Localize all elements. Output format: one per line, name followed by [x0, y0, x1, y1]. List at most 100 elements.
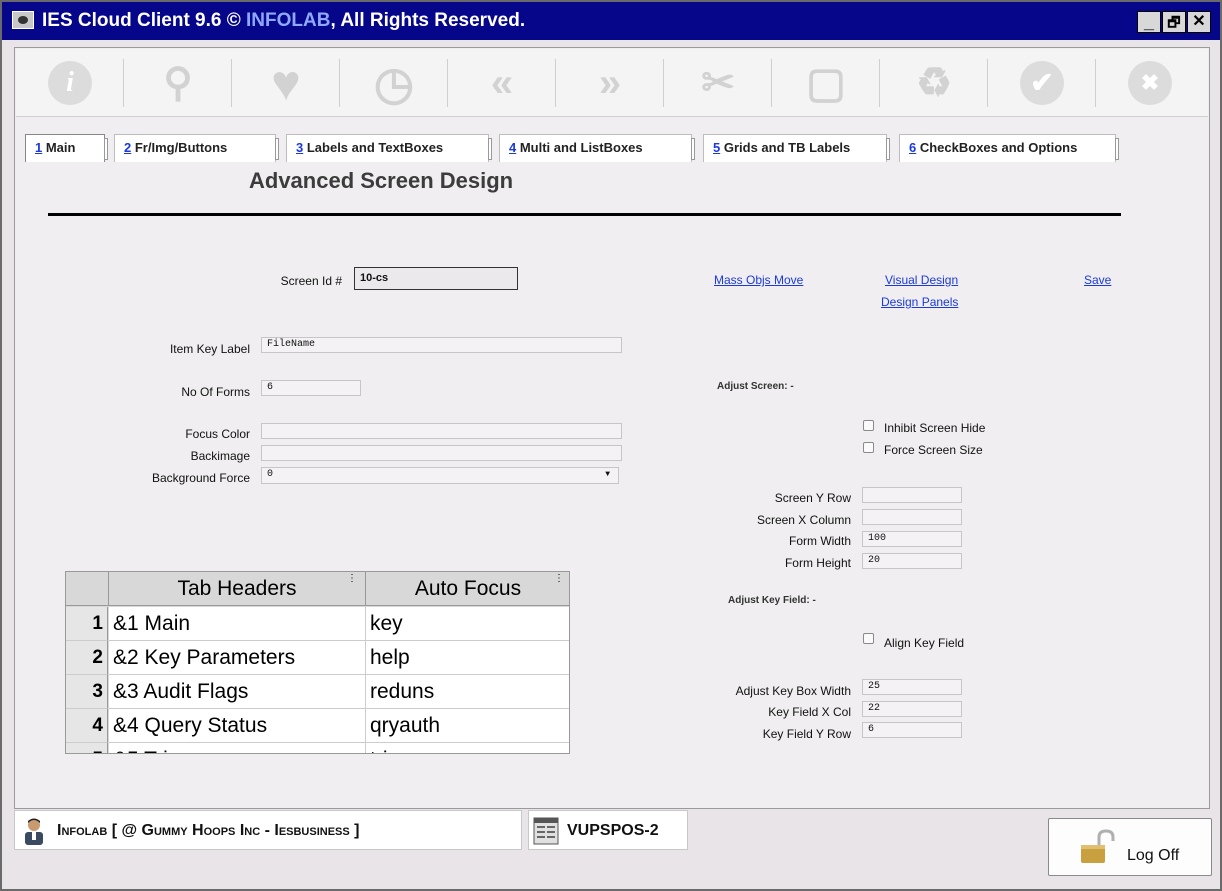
- grid-cell-tab-header[interactable]: &1 Main: [109, 607, 366, 641]
- tab-grids-tb-labels[interactable]: 5 Grids and TB Labels: [703, 134, 890, 162]
- grid-cell-auto-focus[interactable]: tri: [366, 743, 569, 753]
- adjust-key-field-heading: Adjust Key Field: -: [728, 595, 816, 606]
- toolbar-tools[interactable]: ✂: [664, 49, 772, 117]
- app-eye-icon: [12, 11, 34, 29]
- cancel-icon: ✖: [1128, 61, 1172, 105]
- tab-edge: [886, 138, 890, 160]
- grid-header-auto-focus[interactable]: Auto Focus ⋮: [366, 572, 569, 606]
- align-key-field-checkbox[interactable]: [863, 633, 874, 644]
- tab-headers-grid[interactable]: Tab Headers ⋮ Auto Focus ⋮ 1 &1 Main key 2…: [65, 571, 570, 754]
- unlocked-padlock-icon: [1077, 829, 1117, 865]
- check-icon: ✔: [1020, 61, 1064, 105]
- key-field-y-row-label: Key Field Y Row: [762, 727, 851, 741]
- toolbar-copy[interactable]: ▢: [772, 49, 880, 117]
- tab-checkboxes-options[interactable]: 6 CheckBoxes and Options: [899, 134, 1119, 162]
- heading-divider: [48, 213, 1121, 216]
- toolbar-clock[interactable]: ◷: [340, 49, 448, 117]
- terminal-icon: [533, 817, 559, 845]
- key-field-y-row-field[interactable]: 6: [862, 722, 962, 738]
- screen-id-field[interactable]: 10-cs: [354, 267, 518, 290]
- force-screen-size-checkbox[interactable]: [863, 442, 874, 453]
- grid-cell-auto-focus[interactable]: reduns: [366, 675, 569, 709]
- focus-color-label: Focus Color: [185, 427, 250, 441]
- background-force-select[interactable]: 0 ▼: [261, 467, 619, 484]
- grid-cell-auto-focus[interactable]: qryauth: [366, 709, 569, 743]
- tab-fr-img-buttons[interactable]: 2 Fr/Img/Buttons: [114, 134, 279, 162]
- toolbar-cancel[interactable]: ✖: [1096, 49, 1204, 117]
- grid-cell-tab-header[interactable]: &4 Query Status: [109, 709, 366, 743]
- tab-edge: [1115, 138, 1119, 160]
- tab-label: CheckBoxes and Options: [916, 140, 1078, 155]
- close-button[interactable]: ✕: [1187, 11, 1211, 33]
- toolbar-check[interactable]: ✔: [988, 49, 1096, 117]
- title-main: IES Cloud Client 9.6: [42, 10, 227, 31]
- log-off-button[interactable]: Log Off: [1048, 818, 1212, 876]
- user-status-text: Infolab [ @ Gummy Hoops Inc - Iesbusines…: [57, 822, 360, 839]
- copy-icon: ▢: [806, 59, 846, 106]
- recycle-icon: ♻: [916, 61, 952, 105]
- grid-header-label: Auto Focus: [414, 577, 522, 600]
- screen-y-row-label: Screen Y Row: [774, 491, 851, 505]
- toolbar-heart[interactable]: ♥: [232, 49, 340, 117]
- toolbar-info[interactable]: i: [16, 49, 124, 117]
- heart-icon: ♥: [271, 55, 301, 111]
- toolbar-rewind[interactable]: «: [448, 49, 556, 117]
- backimage-field[interactable]: [261, 445, 622, 461]
- toolbar-search[interactable]: ⚲: [124, 49, 232, 117]
- item-key-field[interactable]: FileName: [261, 337, 622, 353]
- tab-edge: [691, 138, 695, 160]
- app-window: IES Cloud Client 9.6 © INFOLAB, All Righ…: [0, 0, 1222, 891]
- tab-label: Labels and TextBoxes: [303, 140, 444, 155]
- focus-color-field[interactable]: [261, 423, 622, 439]
- tab-multi-listboxes[interactable]: 4 Multi and ListBoxes: [499, 134, 695, 162]
- form-width-field[interactable]: 100: [862, 531, 962, 547]
- visual-design-link[interactable]: Visual Design: [885, 273, 958, 287]
- design-panels-link[interactable]: Design Panels: [881, 295, 958, 309]
- search-icon: ⚲: [163, 61, 193, 105]
- column-menu-icon[interactable]: ⋮: [347, 572, 357, 596]
- restore-button[interactable]: 🗗: [1162, 11, 1186, 33]
- screen-id-label: Screen Id #: [280, 274, 342, 288]
- inhibit-screen-hide-label: Inhibit Screen Hide: [884, 421, 986, 435]
- log-off-label: Log Off: [1127, 847, 1180, 864]
- tab-edge: [275, 138, 279, 160]
- row-number: 1: [66, 607, 108, 641]
- grid-cell-auto-focus[interactable]: key: [366, 607, 569, 641]
- screen-x-column-field[interactable]: [862, 509, 962, 525]
- toolbar-forward[interactable]: »: [556, 49, 664, 117]
- row-number: 2: [66, 641, 108, 675]
- grid-cell-auto-focus[interactable]: help: [366, 641, 569, 675]
- row-number: 4: [66, 709, 108, 743]
- no-of-forms-field[interactable]: 6: [261, 380, 361, 396]
- dropdown-arrow-icon: ▼: [605, 470, 610, 479]
- terminal-status-text: VUPSPOS-2: [567, 822, 659, 839]
- inhibit-screen-hide-checkbox[interactable]: [863, 420, 874, 431]
- grid-cell-tab-header[interactable]: &5 Tri: [109, 743, 366, 753]
- tab-edge: [488, 138, 492, 160]
- toolbar: i ⚲ ♥ ◷ « » ✂ ▢ ♻ ✔ ✖: [16, 49, 1208, 117]
- form-height-label: Form Height: [784, 556, 851, 570]
- terminal-status: VUPSPOS-2: [528, 810, 688, 850]
- save-link[interactable]: Save: [1084, 273, 1111, 287]
- column-menu-icon[interactable]: ⋮: [554, 572, 564, 596]
- tab-label: Grids and TB Labels: [720, 140, 851, 155]
- mass-objs-move-link[interactable]: Mass Objs Move: [714, 273, 803, 287]
- user-avatar-icon: [21, 817, 47, 845]
- form-height-field[interactable]: 20: [862, 553, 962, 569]
- grid-header-label: Tab Headers: [177, 577, 297, 600]
- screen-y-row-field[interactable]: [862, 487, 962, 503]
- minimize-button[interactable]: _: [1137, 11, 1161, 33]
- key-field-x-col-field[interactable]: 22: [862, 701, 962, 717]
- title-tail: , All Rights Reserved.: [330, 10, 526, 31]
- item-key-label: Item Key Label: [169, 342, 250, 356]
- tab-label: Fr/Img/Buttons: [131, 140, 228, 155]
- adjust-key-box-width-field[interactable]: 25: [862, 679, 962, 695]
- grid-cell-tab-header[interactable]: &2 Key Parameters: [109, 641, 366, 675]
- toolbar-recycle[interactable]: ♻: [880, 49, 988, 117]
- grid-cell-tab-header[interactable]: &3 Audit Flags: [109, 675, 366, 709]
- tab-main[interactable]: 1 Main: [25, 134, 108, 162]
- form-width-label: Form Width: [788, 534, 851, 548]
- grid-header-tab-headers[interactable]: Tab Headers ⋮: [109, 572, 366, 606]
- tab-labels-textboxes[interactable]: 3 Labels and TextBoxes: [286, 134, 492, 162]
- info-icon: i: [48, 61, 92, 105]
